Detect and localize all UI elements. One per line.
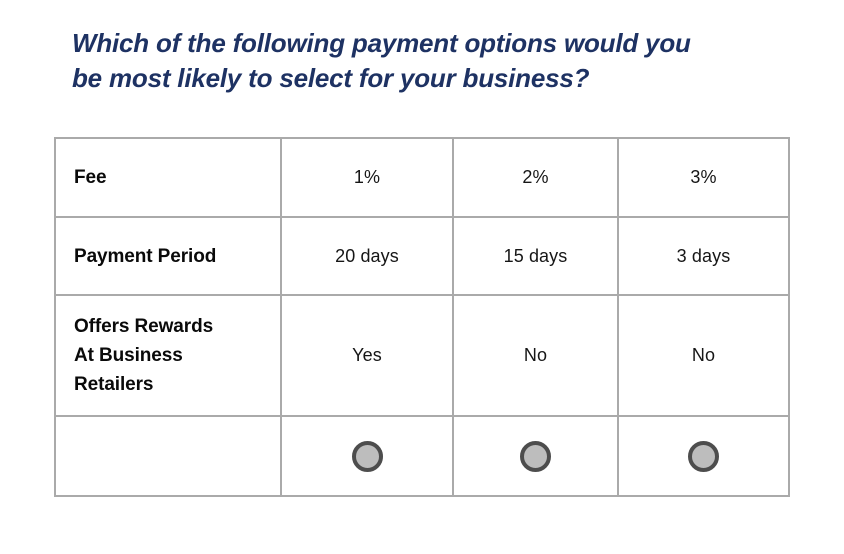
radio-option-2[interactable]	[520, 440, 551, 472]
selection-cell-option-1[interactable]	[280, 415, 454, 497]
cell-rewards-option-2: No	[452, 294, 619, 417]
cell-payment-period-option-3: 3 days	[617, 216, 790, 296]
cell-fee-option-1: 1%	[280, 137, 454, 218]
table-row: Fee 1% 2% 3%	[54, 137, 790, 218]
radio-option-3[interactable]	[688, 440, 719, 472]
selection-cell-option-2[interactable]	[452, 415, 619, 497]
page-title: Which of the following payment options w…	[72, 28, 691, 93]
table-row-selection	[54, 415, 790, 497]
cell-payment-period-option-2: 15 days	[452, 216, 619, 296]
table-row: Offers Rewards At Business Retailers Yes…	[54, 294, 790, 417]
cell-rewards-option-3: No	[617, 294, 790, 417]
cell-fee-option-2: 2%	[452, 137, 619, 218]
row-label-fee: Fee	[54, 137, 282, 218]
cell-fee-option-3: 3%	[617, 137, 790, 218]
cell-rewards-option-1: Yes	[280, 294, 454, 417]
selection-row-empty-label	[54, 415, 282, 497]
page-root: Which of the following payment options w…	[0, 0, 844, 554]
radio-option-1[interactable]	[351, 440, 383, 472]
cell-payment-period-option-1: 20 days	[280, 216, 454, 296]
row-label-offers-rewards: Offers Rewards At Business Retailers	[54, 294, 282, 417]
selection-cell-option-3[interactable]	[617, 415, 790, 497]
table-row: Payment Period 20 days 15 days 3 days	[54, 216, 790, 296]
row-label-payment-period: Payment Period	[54, 216, 282, 296]
payment-options-table: Fee 1% 2% 3% Payment Period 20 days 15 d…	[54, 137, 790, 497]
